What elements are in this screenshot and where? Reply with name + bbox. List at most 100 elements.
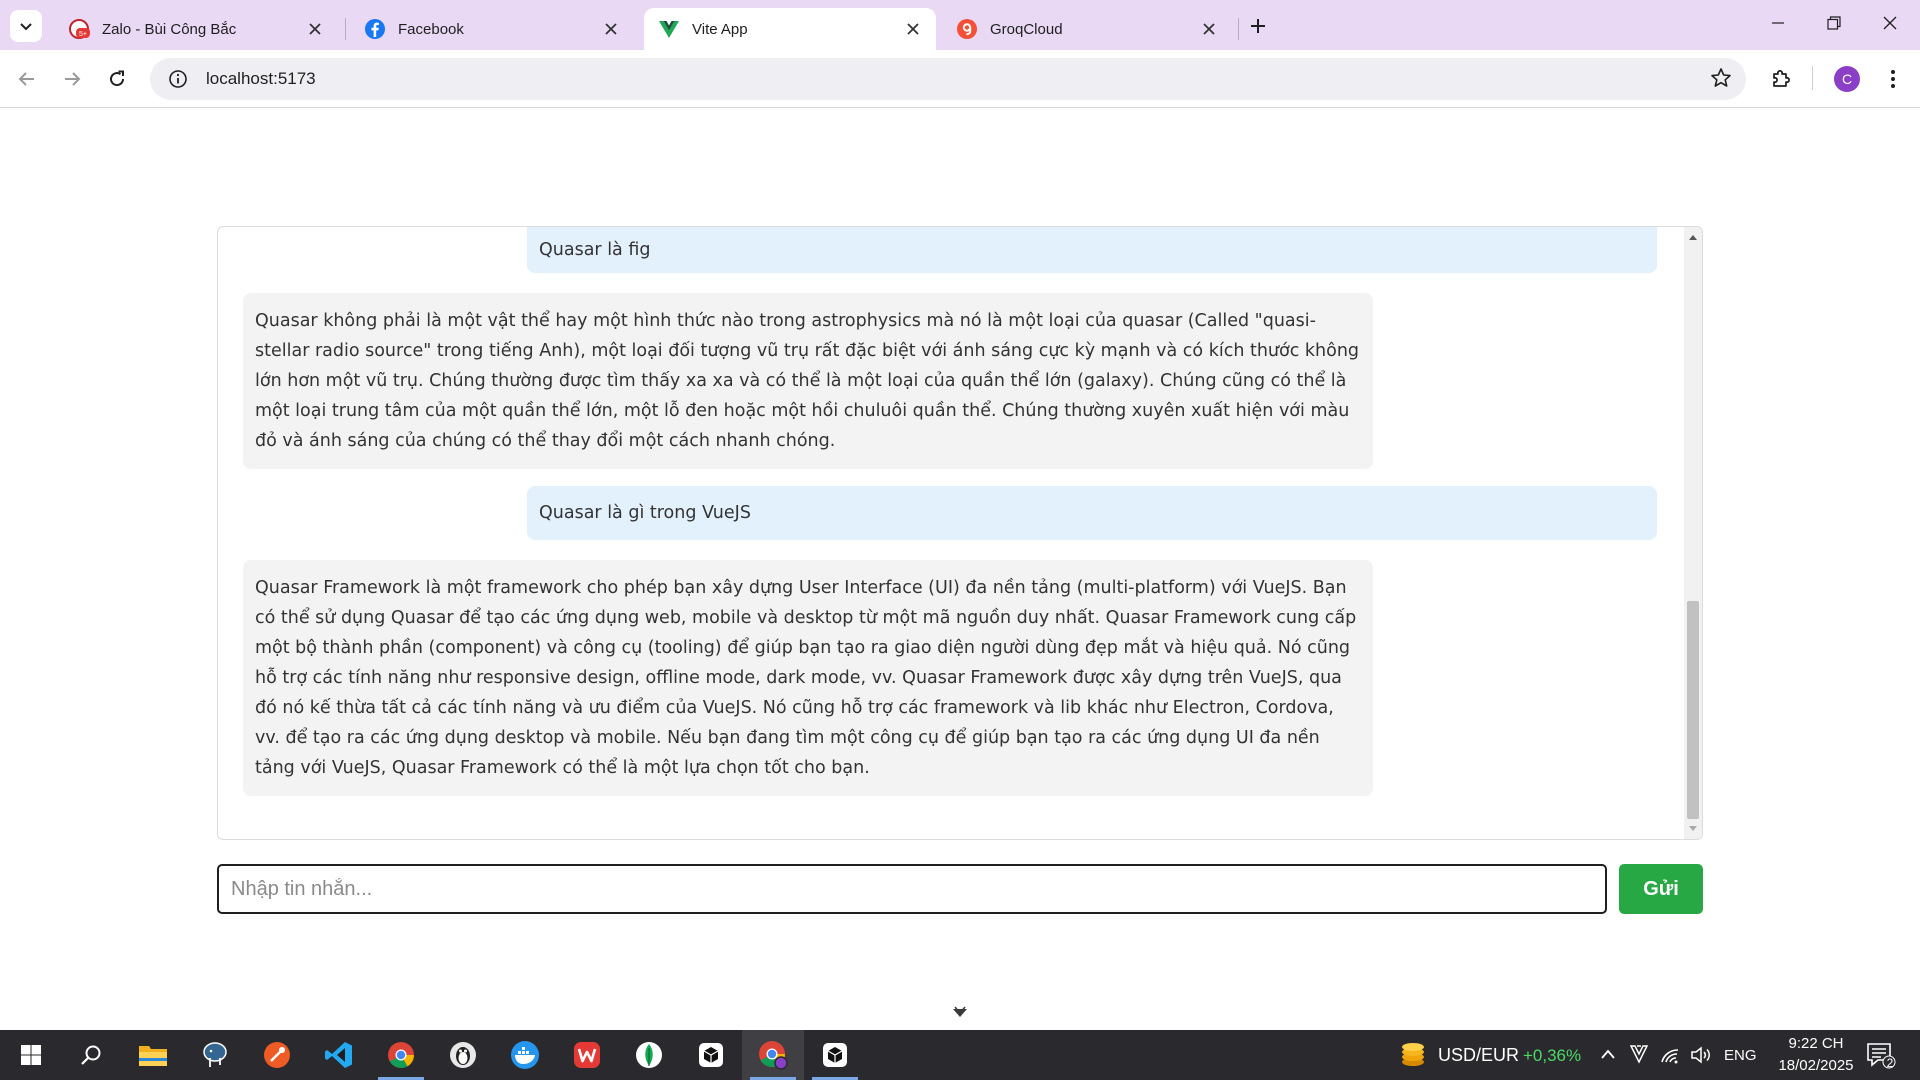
- message-text: Quasar là gì trong VueJS: [539, 503, 751, 523]
- browser-menu-button[interactable]: [1876, 62, 1910, 96]
- ticker-change: +0,36%: [1523, 1046, 1582, 1065]
- taskbar-file-explorer[interactable]: [122, 1030, 184, 1080]
- puzzle-icon: [1773, 70, 1790, 87]
- taskbar-postman[interactable]: [246, 1030, 308, 1080]
- minimize-button[interactable]: [1756, 8, 1800, 38]
- arrow-right-icon: [65, 72, 81, 86]
- currency-ticker-widget[interactable]: [1398, 1040, 1428, 1075]
- address-bar[interactable]: localhost:5173: [150, 58, 1746, 100]
- scrollbar-thumb[interactable]: [1687, 601, 1699, 819]
- scroll-down-button[interactable]: [945, 1006, 975, 1030]
- message-text: Quasar Framework là một framework cho ph…: [255, 578, 1357, 778]
- tab-zalo[interactable]: 5+ Zalo - Bùi Công Bắc: [54, 8, 338, 50]
- taskbar-mongodb-compass[interactable]: [618, 1030, 680, 1080]
- avatar: C: [1834, 66, 1860, 92]
- taskbar-postgresql[interactable]: [184, 1030, 246, 1080]
- chat-messages-container[interactable]: Quasar là fig Quasar không phải là một v…: [217, 226, 1703, 840]
- message-input[interactable]: [217, 864, 1607, 914]
- close-window-button[interactable]: [1868, 8, 1912, 38]
- tab-vite-app[interactable]: Vite App: [644, 8, 936, 50]
- restore-button[interactable]: [1812, 8, 1856, 38]
- minimize-icon: [1772, 22, 1784, 24]
- tab-search-button[interactable]: [10, 10, 42, 42]
- docker-icon: [511, 1041, 539, 1069]
- tab-title: Zalo - Bùi Công Bắc: [102, 20, 237, 38]
- message-text: Quasar là fig: [539, 240, 651, 260]
- bot-message: Quasar Framework là một framework cho ph…: [243, 560, 1373, 796]
- reload-icon: [110, 70, 125, 87]
- taskbar-vscode[interactable]: [308, 1030, 370, 1080]
- close-icon[interactable]: [304, 18, 326, 40]
- zalo-icon: 5+: [68, 18, 90, 40]
- tab-title: Vite App: [692, 20, 748, 38]
- show-hidden-icons-button[interactable]: [1600, 1047, 1616, 1065]
- taskbar-cube-app[interactable]: [804, 1030, 866, 1080]
- tray-vuetify-icon[interactable]: [1629, 1044, 1649, 1069]
- extensions-button[interactable]: [1764, 62, 1798, 96]
- browser-toolbar: localhost:5173 C: [0, 50, 1920, 108]
- wps-office-icon: [574, 1042, 600, 1068]
- search-icon: [81, 1045, 101, 1065]
- input-language[interactable]: ENG: [1724, 1047, 1757, 1064]
- taskbar-docker[interactable]: [494, 1030, 556, 1080]
- start-button[interactable]: [0, 1030, 62, 1080]
- tab-badge: 5+: [79, 31, 87, 38]
- vscode-icon: [325, 1042, 352, 1068]
- tab-divider: [345, 18, 346, 40]
- plus-icon: [1251, 19, 1265, 33]
- chevron-down-icon: [20, 23, 32, 31]
- taskbar-wps-office[interactable]: [556, 1030, 618, 1080]
- chrome-icon: [388, 1042, 414, 1068]
- reload-button[interactable]: [100, 62, 134, 96]
- taskbar-chrome-profile[interactable]: [742, 1030, 804, 1080]
- mongodb-compass-icon: [636, 1042, 662, 1068]
- wifi-icon[interactable]: [1660, 1046, 1680, 1069]
- start-icon: [21, 1045, 41, 1065]
- new-tab-button[interactable]: [1244, 12, 1272, 40]
- cube-app-icon: [823, 1043, 847, 1067]
- windows-taskbar: USD/EUR +0,36% ENG 9:22 CH 18/02/2025 2: [0, 1030, 1920, 1080]
- forward-button[interactable]: [55, 62, 89, 96]
- tux-icon: [450, 1042, 476, 1068]
- back-button[interactable]: [10, 62, 44, 96]
- coins-icon: [1402, 1043, 1424, 1066]
- volume-icon[interactable]: [1690, 1045, 1712, 1070]
- tab-groqcloud[interactable]: GroqCloud: [942, 8, 1232, 50]
- url-text[interactable]: localhost:5173: [206, 69, 316, 89]
- taskbar-cube-app[interactable]: [680, 1030, 742, 1080]
- chrome-profile-icon: [759, 1041, 788, 1070]
- postgresql-icon: [203, 1042, 227, 1067]
- close-icon[interactable]: [600, 18, 622, 40]
- groqcloud-icon: [956, 18, 978, 40]
- close-icon[interactable]: [1198, 18, 1220, 40]
- clock-date[interactable]: 18/02/2025: [1770, 1057, 1862, 1074]
- close-icon: [1883, 16, 1897, 30]
- postman-icon: [264, 1042, 290, 1068]
- site-info-icon[interactable]: [158, 69, 198, 89]
- vite-icon: [658, 18, 680, 40]
- facebook-icon: [364, 18, 386, 40]
- tab-facebook[interactable]: Facebook: [350, 8, 634, 50]
- chat-scrollbar[interactable]: [1684, 227, 1702, 839]
- more-vertical-icon: [1891, 70, 1895, 88]
- close-icon[interactable]: [902, 18, 924, 40]
- user-message: Quasar là fig: [527, 227, 1657, 273]
- clock-time[interactable]: 9:22 CH: [1780, 1035, 1852, 1052]
- taskbar-tux-app[interactable]: [432, 1030, 494, 1080]
- notification-count: 2: [1886, 1056, 1894, 1070]
- tab-title: Facebook: [398, 20, 464, 38]
- taskbar-chrome[interactable]: [370, 1030, 432, 1080]
- scroll-down-arrow-icon[interactable]: [1689, 826, 1697, 831]
- chevron-down-icon: [953, 1006, 967, 1017]
- arrow-left-icon: [18, 72, 34, 86]
- send-button[interactable]: Gửi: [1619, 864, 1703, 914]
- bookmark-star-icon[interactable]: [1710, 67, 1732, 94]
- ticker-pair: USD/EUR: [1438, 1045, 1520, 1065]
- profile-button[interactable]: C: [1830, 62, 1864, 96]
- taskbar-search-button[interactable]: [60, 1030, 122, 1080]
- tab-divider: [1238, 18, 1239, 40]
- bot-message: Quasar không phải là một vật thể hay một…: [243, 293, 1373, 469]
- user-message: Quasar là gì trong VueJS: [527, 486, 1657, 540]
- tab-strip: 5+ Zalo - Bùi Công Bắc Facebook Vite App…: [0, 0, 1920, 50]
- scroll-up-arrow-icon[interactable]: [1689, 235, 1697, 240]
